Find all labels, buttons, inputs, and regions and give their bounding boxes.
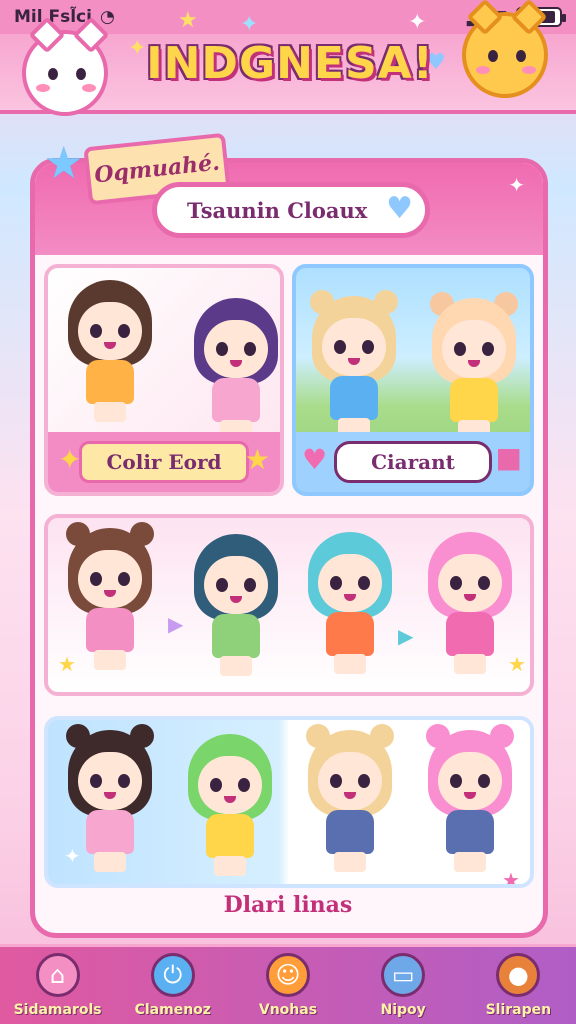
star-icon: ★ [44,138,84,189]
chibi-character [182,734,278,884]
chibi-character [302,532,398,682]
monitor-icon[interactable]: ▭ [381,953,426,997]
card-ciarant[interactable]: ♥ Ciarant ■ [292,264,534,496]
smiley-icon[interactable]: ☺ [265,953,310,997]
home-icon[interactable]: ⌂ [35,953,80,997]
nav-item-monitor[interactable]: ▭ Nipoy [348,953,458,1018]
heart-icon: ♥ [302,443,328,476]
card-character-row-1[interactable]: ★ ▶ ▶ ★ [44,514,534,696]
card-character-row-2[interactable]: ✦ ★ [44,716,534,888]
card-colir-eord[interactable]: ✦ Colir Eord ★ [44,264,284,496]
nav-label: Slirapen [485,1002,552,1018]
nav-label: Clamenoz [134,1002,211,1018]
chibi-character [188,298,280,448]
cat-mascot-icon [22,16,110,116]
sparkle-icon: ✦ [408,10,427,35]
chibi-character [188,534,284,684]
app-title: INDGNESA! [146,38,434,89]
nav-item-profile[interactable]: ● Slirapen [463,953,573,1018]
footer-caption: Dlari linas [223,892,353,918]
wifi-icon: ◔ [99,7,115,27]
profile-icon[interactable]: ● [496,953,541,997]
card-label-bar: ✦ Colir Eord ★ [48,432,280,492]
chibi-character [426,292,522,448]
arrow-icon: ▶ [398,624,414,648]
star-icon: ✦ [58,443,82,476]
chibi-character [62,280,158,430]
power-icon[interactable]: ⏻ [150,953,195,997]
sparkle-icon: ✦ [508,173,525,197]
sparkle-icon: ✦ [64,844,81,868]
nav-item-power[interactable]: ⏻ Clamenoz [118,953,228,1018]
status-left: Mil Fsl̃ci ◔ [14,7,115,27]
search-bar[interactable]: Tsaunin Cloaux ♥ [152,182,430,238]
nav-label: Sidamarols [13,1002,102,1018]
sparkle-icon: ★ [178,8,198,33]
arrow-icon: ▶ [168,612,184,636]
nav-label: Nipoy [380,1002,426,1018]
chibi-character [306,290,402,446]
star-icon: ★ [508,652,526,676]
card-label-bar: ♥ Ciarant ■ [296,432,530,492]
star-icon: ★ [244,443,270,476]
sparkle-icon: ✦ [240,12,259,37]
card-label: Ciarant [334,441,492,483]
fox-mascot-icon [462,0,548,98]
star-icon: ★ [502,868,520,888]
heart-icon[interactable]: ♥ [386,194,413,224]
card-label: Colir Eord [79,441,249,483]
nav-label: Vnohas [258,1002,318,1018]
chibi-character [62,522,158,678]
nav-item-smiley[interactable]: ☺ Vnohas [233,953,343,1018]
chibi-character [302,724,398,880]
gift-box-icon: ■ [495,441,522,474]
chibi-character [422,532,518,682]
star-icon: ★ [58,652,76,676]
search-text: Tsaunin Cloaux [187,197,368,223]
bottom-nav: ⌂ Sidamarols ⏻ Clamenoz ☺ Vnohas ▭ Nipoy… [0,944,576,1024]
chibi-character [422,724,518,880]
nav-item-home[interactable]: ⌂ Sidamarols [3,953,113,1018]
